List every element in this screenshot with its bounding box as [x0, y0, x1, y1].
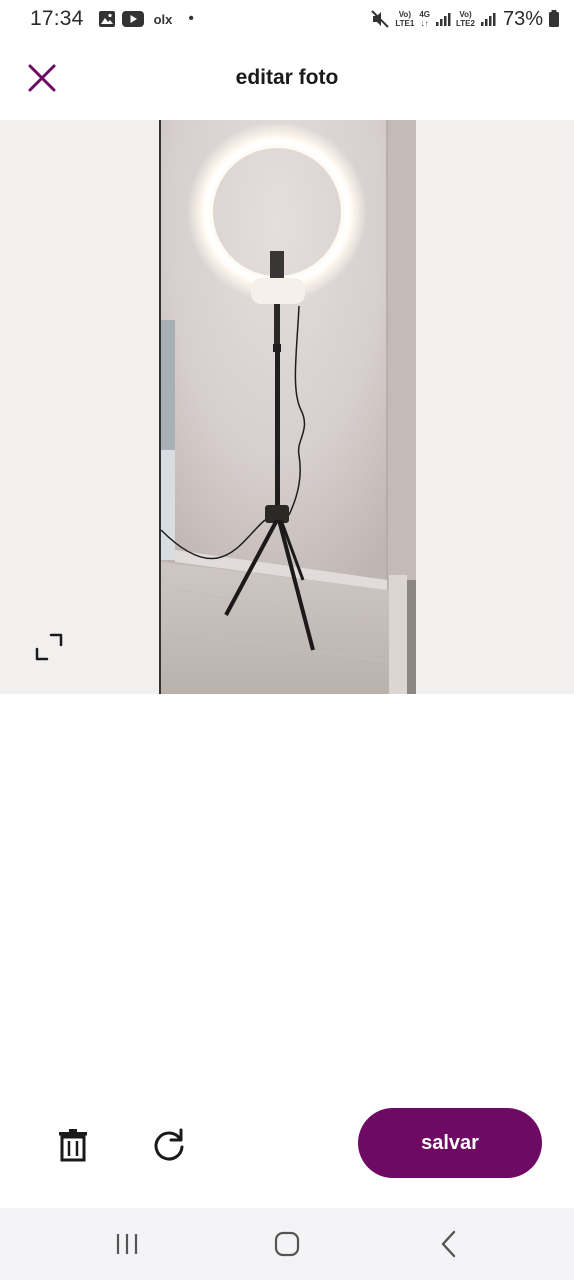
photo-editor-area	[0, 120, 574, 694]
system-nav-bar	[0, 1208, 574, 1280]
home-button[interactable]	[265, 1224, 309, 1264]
data-4g: 4G	[419, 10, 430, 19]
status-time: 17:34	[30, 7, 84, 30]
recent-apps-button[interactable]	[105, 1224, 149, 1264]
recent-apps-icon	[116, 1234, 138, 1254]
olx-icon: olx	[153, 11, 173, 27]
signal-icon	[436, 13, 451, 26]
sim1-indicator: Vo) LTE1	[395, 10, 414, 28]
back-button[interactable]	[427, 1224, 471, 1264]
sim2-lte: LTE2	[456, 19, 475, 28]
trash-icon	[59, 1129, 87, 1162]
more-notifications-dot: •	[188, 10, 194, 27]
ring-light-photo	[161, 120, 416, 694]
sim2-indicator: Vo) LTE2	[456, 10, 475, 28]
sim1-lte: LTE1	[395, 19, 415, 28]
battery-icon	[549, 10, 559, 27]
back-icon	[441, 1230, 456, 1258]
status-right: Vo) LTE1 4G ↓↑ Vo) LTE2 73%	[370, 8, 560, 31]
rotate-button[interactable]	[146, 1122, 192, 1168]
battery-percent: 73%	[502, 7, 543, 30]
sim2-volte: Vo)	[459, 10, 472, 19]
photo-preview[interactable]	[159, 120, 416, 694]
status-bar: 17:34 olx • Vo) LTE1 4G ↓↑ Vo) LTE2 73%	[0, 0, 574, 38]
crop-button[interactable]	[28, 626, 70, 668]
delete-button[interactable]	[50, 1122, 96, 1168]
page-title: editar foto	[235, 66, 339, 89]
save-button[interactable]: salvar	[358, 1108, 542, 1178]
crop-icon	[35, 633, 63, 661]
sim1-volte: Vo)	[398, 10, 411, 19]
data-arrows-icon: ↓↑	[420, 19, 429, 28]
gallery-icon	[98, 11, 115, 27]
app-header: editar foto	[0, 38, 574, 120]
data-indicator: 4G ↓↑	[419, 10, 430, 28]
signal-icon	[480, 13, 496, 26]
mute-icon	[371, 10, 390, 28]
home-icon	[274, 1231, 300, 1257]
rotate-icon	[154, 1128, 184, 1161]
notification-icons: olx •	[98, 10, 194, 28]
action-bar: salvar	[0, 1100, 574, 1190]
youtube-icon	[121, 11, 144, 27]
